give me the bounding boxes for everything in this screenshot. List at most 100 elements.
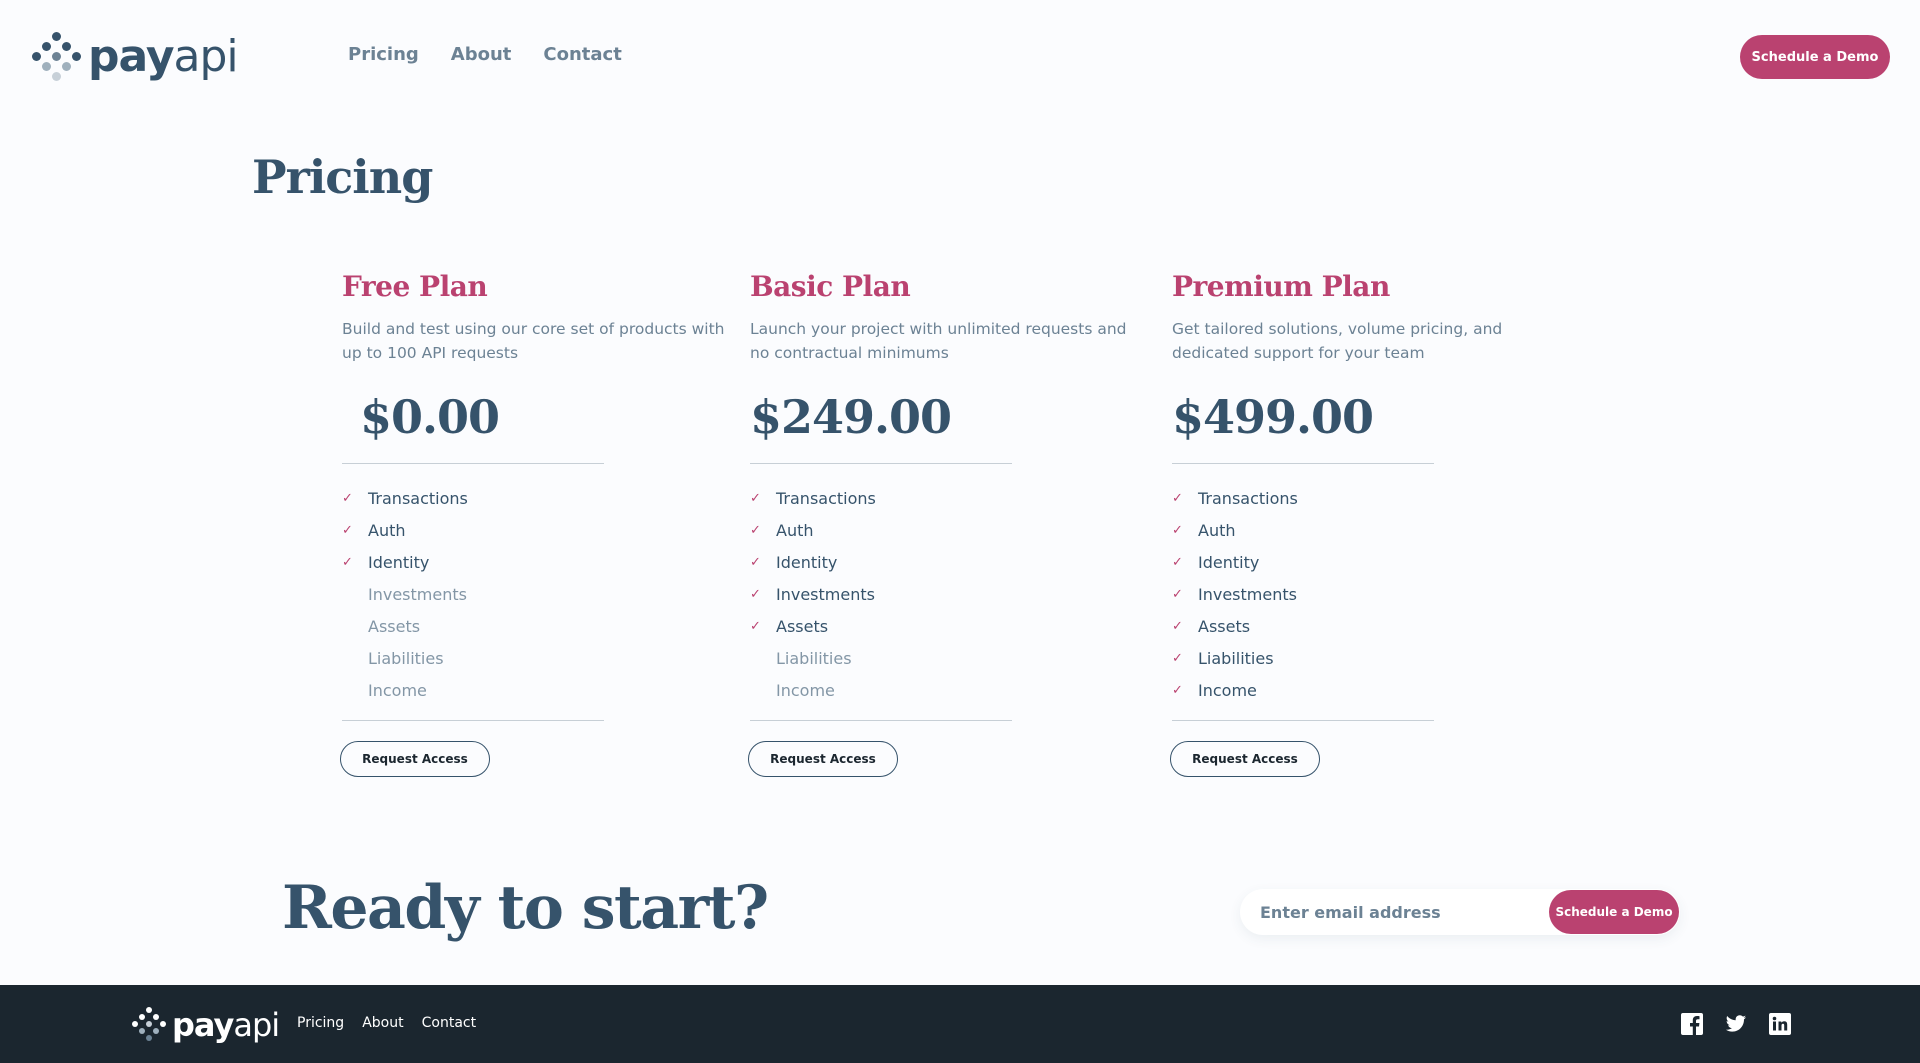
- schedule-demo-submit-button[interactable]: Schedule a Demo: [1549, 890, 1679, 934]
- plan-description: Build and test using our core set of pro…: [342, 320, 725, 362]
- logo-wordmark: payapi: [88, 35, 239, 79]
- check-icon: ✓: [1172, 586, 1183, 602]
- logo-api: api: [173, 31, 239, 82]
- feature-label: Identity: [368, 552, 430, 572]
- schedule-demo-button[interactable]: Schedule a Demo: [1740, 35, 1890, 79]
- feature-label: Investments: [1198, 584, 1297, 604]
- footer-nav-contact[interactable]: Contact: [422, 1015, 476, 1031]
- feature-label: Assets: [368, 616, 421, 636]
- check-icon: ✓: [750, 554, 761, 570]
- feature-item: ✓ Transactions: [1172, 482, 1298, 514]
- feature-item: Liabilities: [750, 642, 876, 674]
- footer-logo[interactable]: payapi: [132, 1006, 280, 1044]
- check-icon: ✓: [750, 522, 761, 538]
- logo-wordmark: payapi: [172, 1006, 280, 1044]
- feature-label: Auth: [776, 520, 814, 540]
- feature-item: Assets: [342, 610, 468, 642]
- feature-item: ✓ Income: [1172, 674, 1298, 706]
- logo-api: api: [233, 1006, 280, 1044]
- social-links: [1681, 1013, 1791, 1035]
- nav-pricing[interactable]: Pricing: [348, 44, 419, 65]
- check-icon: ✓: [750, 618, 761, 634]
- check-icon: ✓: [1172, 650, 1183, 666]
- check-icon: ✓: [342, 554, 353, 570]
- plan-card-basic: Basic Plan Launch your project with unli…: [748, 270, 1170, 777]
- main-nav: Pricing About Contact: [348, 44, 622, 65]
- feature-item: Income: [342, 674, 468, 706]
- feature-item: ✓ Investments: [1172, 578, 1298, 610]
- linkedin-icon[interactable]: [1769, 1013, 1791, 1035]
- plan-name: Basic Plan: [750, 270, 911, 303]
- feature-label: Liabilities: [368, 648, 444, 668]
- nav-about[interactable]: About: [451, 44, 512, 65]
- feature-label: Income: [368, 680, 427, 700]
- feature-label: Liabilities: [776, 648, 852, 668]
- divider: [342, 720, 604, 721]
- site-footer: payapi Pricing About Contact: [0, 985, 1920, 1063]
- check-icon: ✓: [342, 490, 353, 506]
- twitter-icon[interactable]: [1725, 1013, 1747, 1035]
- feature-list: ✓ Transactions ✓ Auth ✓ Identity ✓ Investments ✓…: [1172, 482, 1298, 706]
- plan-name: Premium Plan: [1172, 270, 1390, 303]
- check-icon: ✓: [1172, 522, 1183, 538]
- logo-dots-icon: [32, 32, 82, 82]
- feature-label: Income: [776, 680, 835, 700]
- feature-item: Investments: [342, 578, 468, 610]
- feature-label: Investments: [368, 584, 467, 604]
- footer-nav-pricing[interactable]: Pricing: [297, 1015, 344, 1031]
- request-access-button[interactable]: Request Access: [748, 741, 898, 777]
- logo-dots-icon: [132, 1007, 168, 1043]
- feature-label: Liabilities: [1198, 648, 1274, 668]
- nav-contact[interactable]: Contact: [543, 44, 621, 65]
- feature-label: Identity: [776, 552, 838, 572]
- feature-item: ✓ Transactions: [750, 482, 876, 514]
- facebook-icon[interactable]: [1681, 1013, 1703, 1035]
- check-icon: ✓: [342, 522, 353, 538]
- cta-title: Ready to start?: [282, 873, 769, 943]
- check-icon: ✓: [1172, 682, 1183, 698]
- feature-label: Investments: [776, 584, 875, 604]
- check-icon: ✓: [1172, 618, 1183, 634]
- feature-item: ✓ Investments: [750, 578, 876, 610]
- feature-label: Transactions: [776, 488, 876, 508]
- email-form: Schedule a Demo: [1240, 889, 1680, 935]
- divider: [750, 720, 1012, 721]
- feature-list: ✓ Transactions ✓ Auth ✓ Identity Investments As…: [342, 482, 468, 706]
- feature-label: Income: [1198, 680, 1257, 700]
- feature-label: Assets: [1198, 616, 1251, 636]
- feature-label: Identity: [1198, 552, 1260, 572]
- page-title: Pricing: [252, 150, 433, 204]
- plan-name: Free Plan: [342, 270, 488, 303]
- feature-item: ✓ Transactions: [342, 482, 468, 514]
- feature-item: Liabilities: [342, 642, 468, 674]
- divider: [342, 463, 604, 464]
- divider: [1172, 720, 1434, 721]
- check-icon: ✓: [750, 586, 761, 602]
- logo-pay: pay: [172, 1006, 234, 1044]
- feature-item: ✓ Identity: [1172, 546, 1298, 578]
- feature-item: ✓ Identity: [342, 546, 468, 578]
- request-access-button[interactable]: Request Access: [340, 741, 490, 777]
- feature-label: Transactions: [1198, 488, 1298, 508]
- logo-pay: pay: [88, 31, 175, 82]
- feature-item: ✓ Liabilities: [1172, 642, 1298, 674]
- email-input[interactable]: [1240, 889, 1550, 935]
- feature-list: ✓ Transactions ✓ Auth ✓ Identity ✓ Investments ✓…: [750, 482, 876, 706]
- feature-item: ✓ Assets: [1172, 610, 1298, 642]
- feature-label: Transactions: [368, 488, 468, 508]
- request-access-button[interactable]: Request Access: [1170, 741, 1320, 777]
- plan-description: Get tailored solutions, volume pricing, …: [1172, 320, 1503, 362]
- payapi-logo[interactable]: payapi: [32, 32, 239, 82]
- feature-item: ✓ Assets: [750, 610, 876, 642]
- footer-nav: Pricing About Contact: [297, 1015, 476, 1031]
- plan-price: $249.00: [750, 390, 952, 444]
- divider: [750, 463, 1012, 464]
- feature-item: ✓ Auth: [1172, 514, 1298, 546]
- feature-item: ✓ Identity: [750, 546, 876, 578]
- site-header: payapi Pricing About Contact Schedule a …: [0, 0, 1920, 115]
- footer-nav-about[interactable]: About: [362, 1015, 403, 1031]
- plan-card-free: Free Plan Build and test using our core …: [340, 270, 762, 777]
- feature-item: ✓ Auth: [342, 514, 468, 546]
- feature-label: Auth: [368, 520, 406, 540]
- check-icon: ✓: [750, 490, 761, 506]
